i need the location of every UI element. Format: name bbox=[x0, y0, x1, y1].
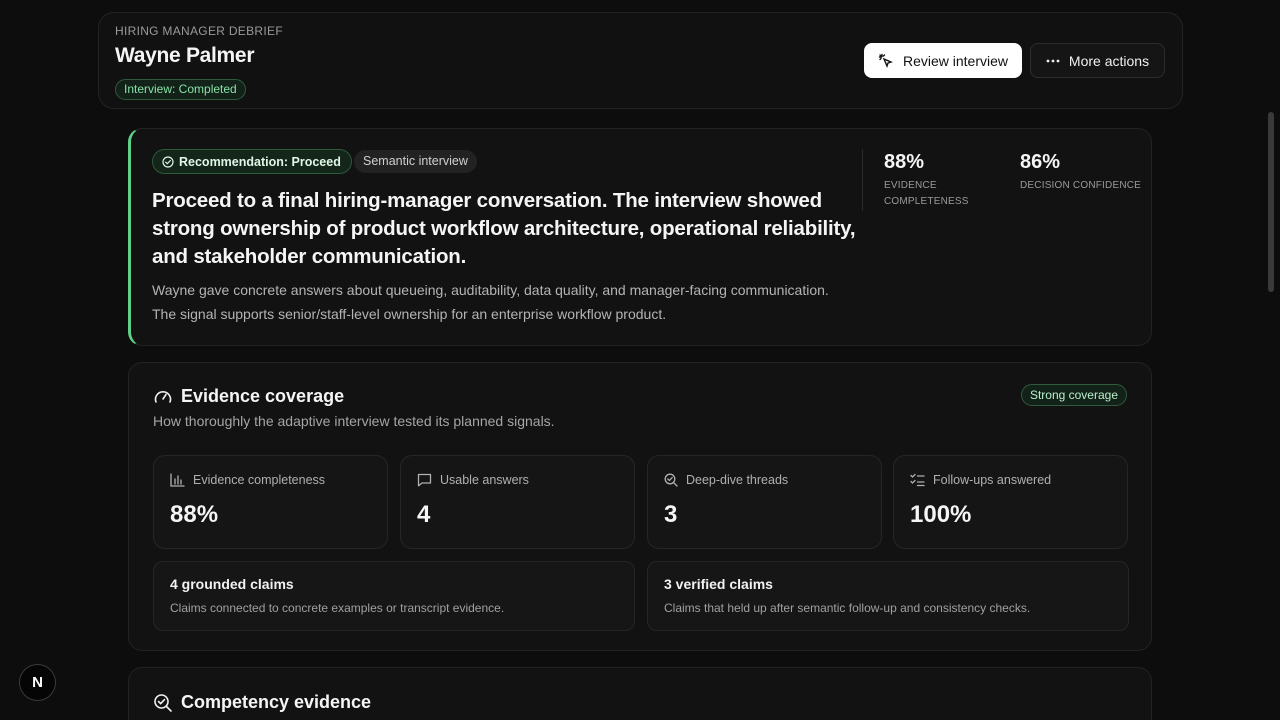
recommendation-headline: Proceed to a final hiring-manager conver… bbox=[152, 189, 856, 268]
evidence-coverage-card: Evidence coverage How thoroughly the ada… bbox=[128, 362, 1152, 651]
scrollbar-thumb[interactable] bbox=[1268, 112, 1274, 292]
recommendation-badge-label: Recommendation: Proceed bbox=[179, 154, 341, 169]
stat-evidence-completeness: Evidence completeness 88% bbox=[153, 455, 388, 549]
stat-label: Deep-dive threads bbox=[664, 473, 788, 487]
metric-label-line: DECISION CONFIDENCE bbox=[1020, 180, 1142, 191]
recommendation-badge: Recommendation: Proceed bbox=[152, 149, 352, 174]
evidence-coverage-subtitle: How thoroughly the adaptive interview te… bbox=[153, 413, 555, 429]
grounded-claims-panel: 4 grounded claims Claims connected to co… bbox=[153, 561, 635, 631]
gauge-icon bbox=[153, 387, 173, 407]
verified-claims-panel: 3 verified claims Claims that held up af… bbox=[647, 561, 1129, 631]
interview-type-badge: Semantic interview bbox=[354, 150, 477, 173]
metric-value: 86% bbox=[1020, 151, 1061, 173]
stat-label-text: Evidence completeness bbox=[193, 473, 326, 487]
metrics-divider bbox=[862, 149, 863, 211]
metric-value: 88% bbox=[884, 151, 925, 173]
pointer-click-icon bbox=[878, 53, 894, 69]
stat-value: 3 bbox=[664, 501, 678, 528]
interview-status-badge: Interview: Completed bbox=[115, 79, 246, 100]
review-interview-button[interactable]: Review interview bbox=[864, 43, 1022, 78]
stat-follow-ups-answered: Follow-ups answered 100% bbox=[893, 455, 1128, 549]
stat-value: 4 bbox=[417, 501, 431, 528]
section-title-label: Competency evidence bbox=[181, 692, 372, 712]
stat-label: Usable answers bbox=[417, 473, 529, 487]
stat-label: Evidence completeness bbox=[170, 473, 325, 487]
check-circle-icon bbox=[162, 155, 174, 168]
stat-value: 100% bbox=[910, 501, 972, 528]
stat-label: Follow-ups answered bbox=[910, 473, 1051, 487]
more-horizontal-icon bbox=[1046, 59, 1060, 63]
claim-description: Claims that held up after semantic follo… bbox=[664, 601, 1031, 615]
claim-title: 3 verified claims bbox=[664, 576, 773, 592]
scrollbar[interactable] bbox=[1268, 112, 1274, 292]
search-check-icon bbox=[664, 473, 678, 487]
more-actions-button[interactable]: More actions bbox=[1030, 43, 1165, 78]
page-eyebrow: HIRING MANAGER DEBRIEF bbox=[115, 24, 283, 38]
metric-label-line: EVIDENCE bbox=[884, 180, 937, 191]
stat-label-text: Usable answers bbox=[440, 473, 529, 487]
metric-label: DECISION CONFIDENCE bbox=[1020, 178, 1141, 194]
bar-chart-icon bbox=[170, 473, 185, 487]
metric-label: EVIDENCE COMPLETENESS bbox=[884, 178, 969, 210]
evidence-completeness-metric: 88% EVIDENCE COMPLETENESS bbox=[884, 151, 969, 210]
evidence-coverage-title: Evidence coverage bbox=[153, 386, 344, 407]
stat-usable-answers: Usable answers 4 bbox=[400, 455, 635, 549]
floating-n-button[interactable]: N bbox=[19, 664, 56, 701]
message-square-icon bbox=[417, 473, 432, 487]
recommendation-summary: Wayne gave concrete answers about queuei… bbox=[152, 282, 829, 322]
candidate-name: Wayne Palmer bbox=[115, 44, 255, 67]
list-checks-icon bbox=[910, 473, 925, 487]
section-title-label: Evidence coverage bbox=[181, 386, 345, 406]
claim-description: Claims connected to concrete examples or… bbox=[170, 601, 505, 615]
competency-evidence-card: Competency evidence bbox=[128, 667, 1152, 720]
search-check-icon bbox=[153, 693, 173, 713]
coverage-strength-badge: Strong coverage bbox=[1020, 384, 1127, 406]
stat-label-text: Deep-dive threads bbox=[686, 473, 789, 487]
page-header: HIRING MANAGER DEBRIEF Wayne Palmer Inte… bbox=[98, 12, 1183, 109]
review-interview-label: Review interview bbox=[902, 52, 1009, 69]
stat-deep-dive-threads: Deep-dive threads 3 bbox=[647, 455, 882, 549]
stat-value: 88% bbox=[170, 501, 219, 528]
competency-evidence-title: Competency evidence bbox=[153, 692, 371, 713]
claim-title: 4 grounded claims bbox=[170, 576, 294, 592]
more-actions-label: More actions bbox=[1068, 52, 1150, 69]
recommendation-card: Recommendation: Proceed Semantic intervi… bbox=[128, 128, 1152, 346]
stat-label-text: Follow-ups answered bbox=[933, 473, 1052, 487]
metric-label-line: COMPLETENESS bbox=[884, 196, 969, 207]
decision-confidence-metric: 86% DECISION CONFIDENCE bbox=[1020, 151, 1141, 194]
